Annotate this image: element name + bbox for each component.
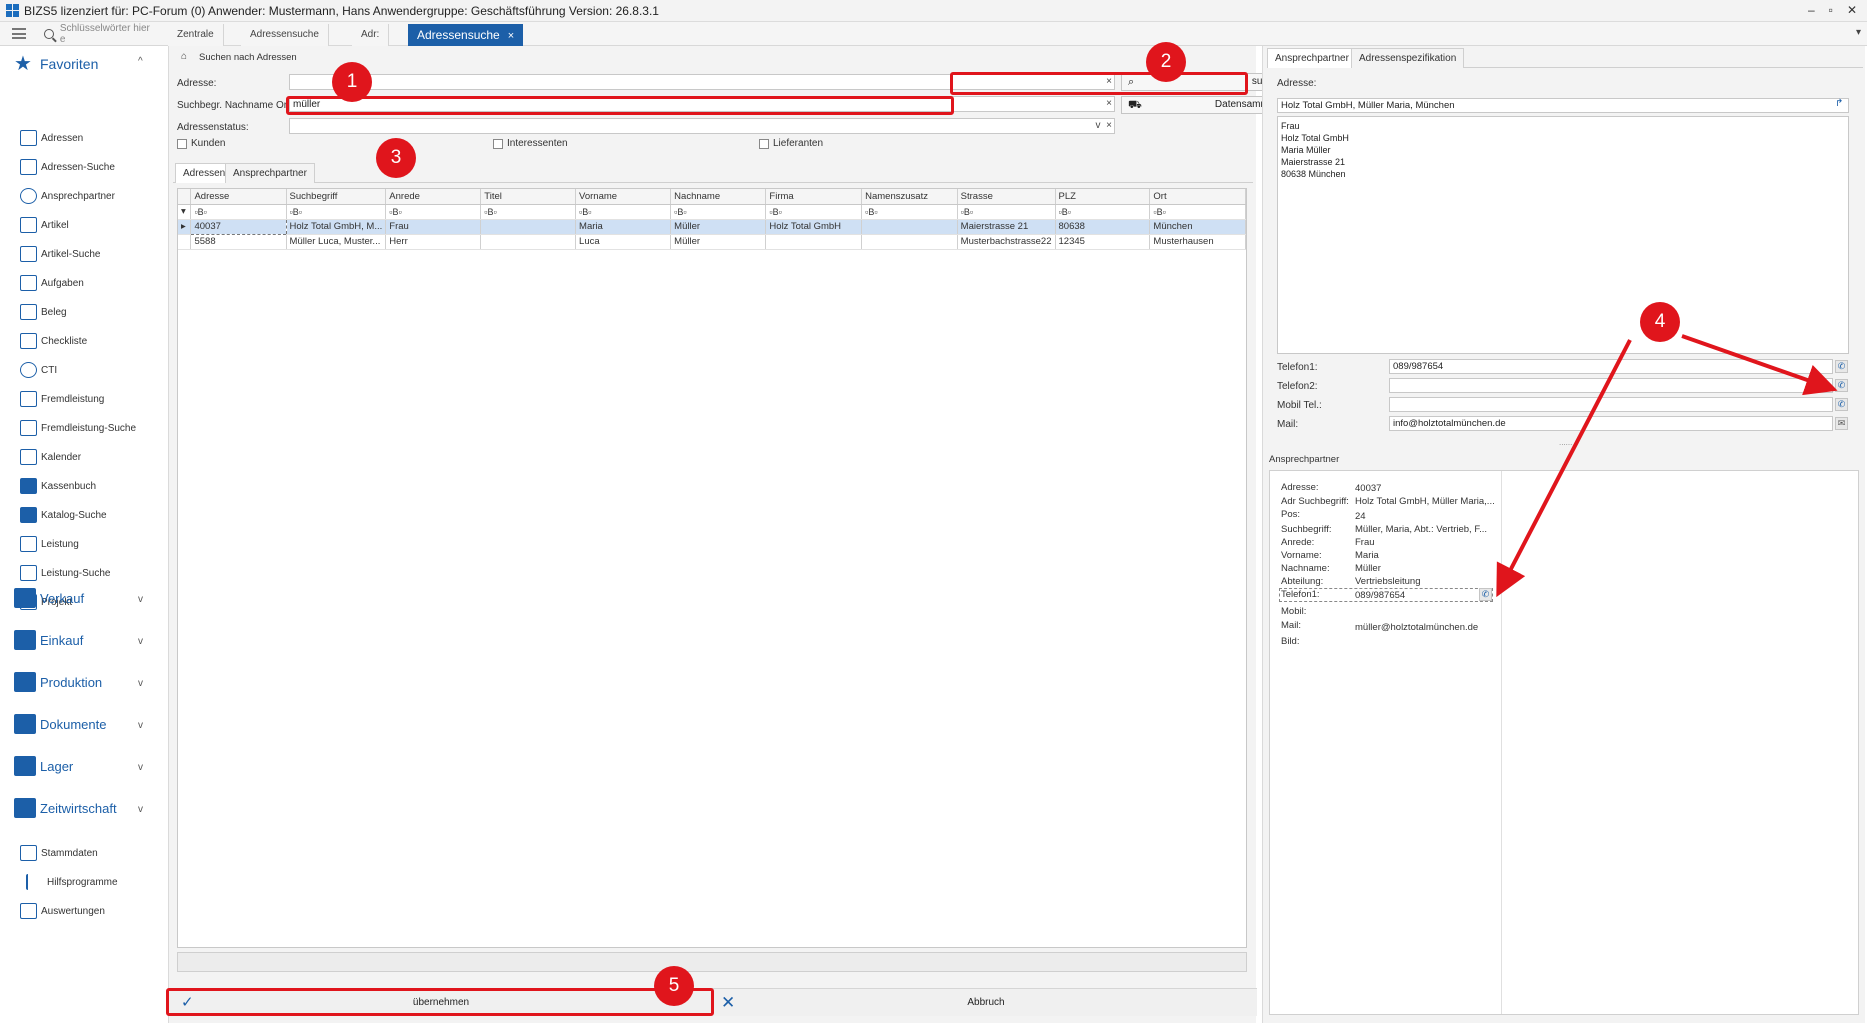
annotation-arrows — [1496, 334, 1838, 598]
arrow-to-phone2 — [1681, 334, 1838, 396]
arrow-to-detail-phone — [1496, 339, 1632, 598]
